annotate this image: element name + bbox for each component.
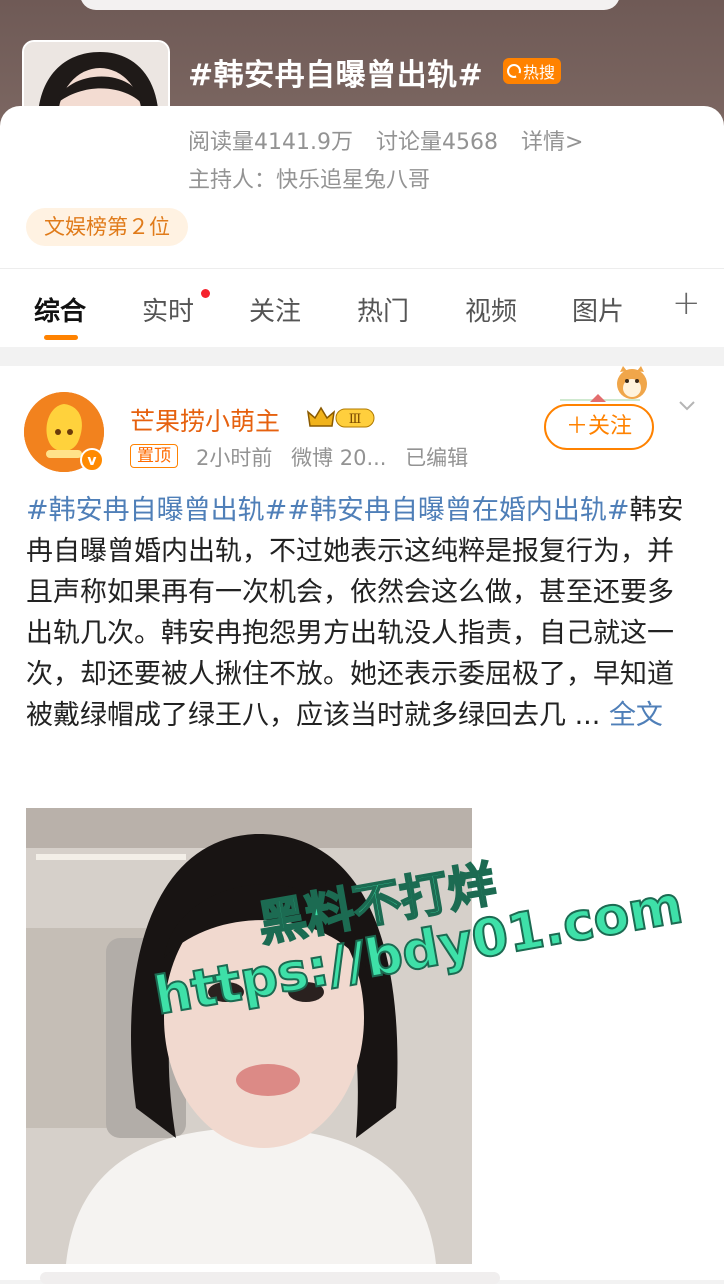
search-bar[interactable] bbox=[80, 0, 620, 10]
post-source: 微博 20... bbox=[291, 446, 387, 470]
topic-host[interactable]: 主持人：快乐追星兔八哥 bbox=[188, 162, 430, 194]
active-tab-indicator bbox=[44, 335, 78, 340]
post-content: #韩安冉自曝曾出轨##韩安冉自曝曾在婚内出轨#韩安冉自曝曾婚内出轨，不过她表示这… bbox=[26, 490, 698, 736]
post-meta: 2小时前 微博 20... 已编辑 bbox=[196, 442, 480, 472]
tab-images[interactable]: 图片 bbox=[572, 291, 624, 328]
details-link[interactable]: 详情> bbox=[521, 130, 583, 155]
chevron-down-icon[interactable] bbox=[678, 396, 696, 414]
tab-hot[interactable]: 热门 bbox=[357, 291, 409, 328]
post-time: 2小时前 bbox=[196, 446, 273, 470]
hot-search-icon bbox=[507, 64, 522, 79]
notification-dot bbox=[201, 289, 210, 298]
add-tab-icon[interactable]: + bbox=[672, 283, 701, 323]
hot-search-badge: 热搜 bbox=[503, 58, 562, 84]
topic-stats: 阅读量4141.9万 讨论量4568 详情> bbox=[188, 124, 599, 156]
post-edited-label: 已编辑 bbox=[405, 446, 469, 470]
pinned-badge: 置顶 bbox=[130, 444, 178, 468]
post-hashtags[interactable]: #韩安冉自曝曾出轨##韩安冉自曝曾在婚内出轨# bbox=[26, 495, 630, 526]
tab-realtime[interactable]: 实时 bbox=[142, 291, 194, 328]
verified-badge-icon: v bbox=[80, 448, 104, 472]
next-card-edge bbox=[40, 1272, 500, 1284]
full-text-link[interactable]: 全文 bbox=[609, 700, 663, 731]
tab-bar: 综合 实时 关注 热门 视频 图片 + bbox=[0, 268, 724, 347]
hot-search-label: 热搜 bbox=[523, 63, 556, 82]
post-body: 韩安冉自曝曾婚内出轨，不过她表示这纯粹是报复行为，并且声称如果再有一次机会，依然… bbox=[26, 495, 684, 731]
discussion-count: 讨论量4568 bbox=[375, 130, 498, 155]
topic-title: #韩安冉自曝曾出轨# bbox=[188, 58, 484, 93]
rank-badge[interactable]: 文娱榜第２位 bbox=[26, 208, 188, 246]
vip-crown-icon: Ⅲ bbox=[306, 406, 375, 428]
tab-following[interactable]: 关注 bbox=[249, 291, 301, 328]
vip-level-label: Ⅲ bbox=[349, 412, 362, 427]
tab-video[interactable]: 视频 bbox=[465, 291, 517, 328]
follow-button[interactable]: ＋关注 bbox=[544, 404, 654, 450]
post-author-name[interactable]: 芒果捞小萌主 bbox=[130, 402, 280, 438]
read-count: 阅读量4141.9万 bbox=[188, 130, 353, 155]
tab-overview[interactable]: 综合 bbox=[34, 291, 86, 328]
